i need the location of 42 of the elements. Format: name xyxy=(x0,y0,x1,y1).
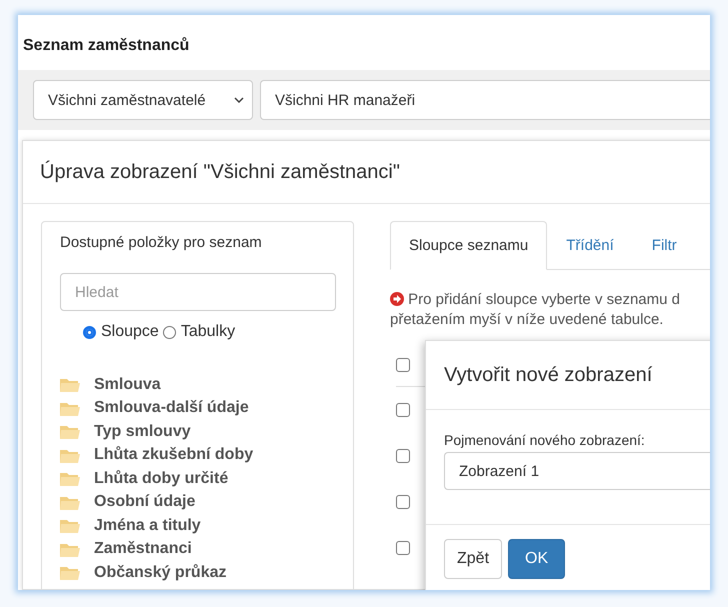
info-text: Pro přidání sloupce vyberte v seznamu d přetažením myší v níže uvedené tabulce. xyxy=(390,290,681,330)
dialog-title: Vytvořit nové zobrazení xyxy=(444,364,652,386)
folder-icon xyxy=(60,377,80,392)
folder-item[interactable]: Smlouva-další údaje xyxy=(60,396,335,420)
dialog-title: Úprava zobrazení "Všichni zaměstnanci" xyxy=(40,160,400,184)
folder-item[interactable]: Typ smlouvy xyxy=(60,420,335,444)
search-field[interactable]: Hledat xyxy=(60,273,336,311)
folder-item[interactable]: Osobní údaje xyxy=(60,490,335,514)
employer-select[interactable]: Všichni zaměstnavatelé xyxy=(33,80,253,120)
folder-icon xyxy=(60,448,80,463)
folder-item[interactable]: Lhůta doby určité xyxy=(60,467,335,490)
folder-item[interactable]: Občanský průkaz xyxy=(60,561,335,584)
ok-button[interactable]: OK xyxy=(508,539,566,579)
tab[interactable]: Sloupce seznamu xyxy=(390,221,548,270)
view-name-field[interactable]: Zobrazení 1 xyxy=(444,452,710,490)
folder-icon xyxy=(60,400,80,416)
radio-option[interactable]: Sloupce xyxy=(83,323,159,341)
row-checkbox[interactable] xyxy=(396,403,410,417)
arrow-circle-icon xyxy=(390,292,404,306)
radio-option[interactable]: Tabulky xyxy=(162,323,236,341)
tab[interactable]: Třídění xyxy=(547,221,633,270)
row-checkbox[interactable] xyxy=(396,449,410,463)
panel-title: Dostupné položky pro seznam xyxy=(60,234,263,251)
folder-item[interactable]: Zaměstnanci xyxy=(60,538,335,561)
row-checkbox[interactable] xyxy=(396,358,410,372)
folder-icon xyxy=(60,424,80,440)
folder-item[interactable]: Smlouva xyxy=(60,373,335,396)
folder-item[interactable]: Jména a tituly xyxy=(60,514,335,538)
folder-icon xyxy=(60,471,80,486)
field-label: Pojmenování nového zobrazení: xyxy=(444,432,646,448)
hr-manager-field[interactable]: Všichni HR manažeři xyxy=(260,80,710,120)
folder-icon xyxy=(60,542,80,557)
row-checkbox[interactable] xyxy=(396,495,410,509)
folder-icon xyxy=(60,518,80,534)
folder-item[interactable]: Lhůta zkušební doby xyxy=(60,444,335,467)
folder-icon xyxy=(60,565,80,580)
back-button[interactable]: Zpět xyxy=(444,539,502,579)
tab[interactable]: Filtr xyxy=(632,221,696,270)
page-title: Seznam zaměstnanců xyxy=(22,36,190,56)
caret-icon xyxy=(234,97,244,103)
folder-icon xyxy=(60,494,80,510)
row-checkbox[interactable] xyxy=(396,541,410,555)
